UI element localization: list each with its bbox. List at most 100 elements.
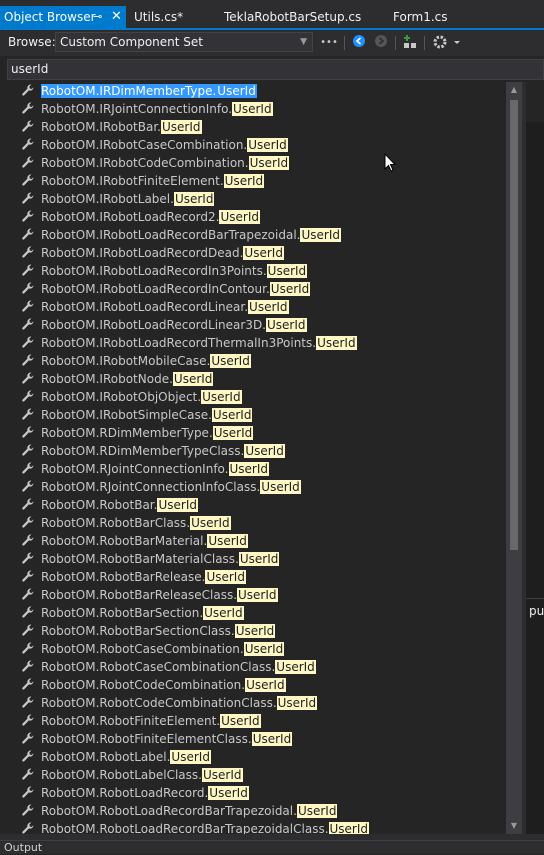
- result-row[interactable]: RobotOM.IRobotMobileCase.UserId: [0, 352, 506, 370]
- result-row[interactable]: RobotOM.IRobotBar.UserId: [0, 118, 506, 136]
- close-icon[interactable]: ✕: [111, 6, 122, 28]
- result-prefix: RobotOM.IRDimMemberType.: [41, 84, 217, 98]
- result-row[interactable]: RobotOM.RobotCodeCombinationClass.UserId: [0, 694, 506, 712]
- result-label: RobotOM.IRobotSimpleCase.UserId: [41, 407, 253, 423]
- result-row[interactable]: RobotOM.RobotBarMaterialClass.UserId: [0, 550, 506, 568]
- result-row[interactable]: RobotOM.IRobotLoadRecordLinear.UserId: [0, 298, 506, 316]
- result-label: RobotOM.IRobotCodeCombination.UserId: [41, 155, 290, 171]
- members-pane: [526, 82, 544, 834]
- back-icon[interactable]: [350, 34, 368, 52]
- result-row[interactable]: RobotOM.IRobotCodeCombination.UserId: [0, 154, 506, 172]
- tab-tekla-robot-bar-setup[interactable]: TeklaRobotBarSetup.cs: [224, 6, 361, 28]
- result-row[interactable]: RobotOM.IRobotLoadRecordIn3Points.UserId: [0, 262, 506, 280]
- result-prefix: RobotOM.RobotBarReleaseClass.: [41, 588, 238, 602]
- property-wrench-icon: [21, 426, 35, 440]
- result-row[interactable]: RobotOM.RDimMemberTypeClass.UserId: [0, 442, 506, 460]
- result-row[interactable]: RobotOM.RobotBarMaterial.UserId: [0, 532, 506, 550]
- add-reference-icon[interactable]: [401, 34, 419, 52]
- result-row[interactable]: RobotOM.IRobotLoadRecordInContour.UserId: [0, 280, 506, 298]
- result-row[interactable]: RobotOM.IRobotLoadRecordDead.UserId: [0, 244, 506, 262]
- result-row[interactable]: RobotOM.IRobotLoadRecordBarTrapezoidal.U…: [0, 226, 506, 244]
- search-match-highlight: UserId: [248, 300, 289, 314]
- property-wrench-icon: [21, 156, 35, 170]
- property-wrench-icon: [21, 102, 35, 116]
- search-match-highlight: UserId: [316, 336, 357, 350]
- result-prefix: RobotOM.IRobotLoadRecordInContour.: [41, 282, 270, 296]
- result-row[interactable]: RobotOM.RJointConnectionInfoClass.UserId: [0, 478, 506, 496]
- result-row[interactable]: RobotOM.RobotBarClass.UserId: [0, 514, 506, 532]
- result-label: RobotOM.RJointConnectionInfoClass.UserId: [41, 479, 301, 495]
- result-row[interactable]: RobotOM.RobotBarRelease.UserId: [0, 568, 506, 586]
- property-wrench-icon: [21, 300, 35, 314]
- browse-dropdown[interactable]: Custom Component Set ▼: [55, 32, 313, 52]
- result-row[interactable]: RobotOM.RobotBarReleaseClass.UserId: [0, 586, 506, 604]
- result-prefix: RobotOM.RobotBarMaterial.: [41, 534, 208, 548]
- result-label: RobotOM.RobotFiniteElement.UserId: [41, 713, 261, 729]
- result-row[interactable]: RobotOM.IRobotSimpleCase.UserId: [0, 406, 506, 424]
- tab-object-browser[interactable]: Object Browser ⊸ ✕: [0, 6, 126, 28]
- result-label: RobotOM.RobotCodeCombination.UserId: [41, 677, 286, 693]
- result-row[interactable]: RobotOM.RobotCodeCombination.UserId: [0, 676, 506, 694]
- search-match-highlight: UserId: [243, 246, 284, 260]
- members-pane-header: [526, 82, 544, 122]
- search-match-highlight: UserId: [275, 660, 316, 674]
- result-label: RobotOM.IRobotLoadRecordLinear.UserId: [41, 299, 289, 315]
- output-tab[interactable]: Output: [0, 840, 544, 854]
- property-wrench-icon: [21, 462, 35, 476]
- forward-icon[interactable]: [372, 34, 390, 52]
- property-wrench-icon: [21, 408, 35, 422]
- result-row[interactable]: RobotOM.IRobotLoadRecordLinear3D.UserId: [0, 316, 506, 334]
- settings-gear-icon[interactable]: [431, 34, 461, 52]
- property-wrench-icon: [21, 318, 35, 332]
- result-label: RobotOM.RobotLoadRecordBarTrapezoidal.Us…: [41, 803, 338, 819]
- result-row[interactable]: RobotOM.IRJointConnectionInfo.UserId: [0, 100, 506, 118]
- property-wrench-icon: [21, 606, 35, 620]
- result-row[interactable]: RobotOM.IRobotLabel.UserId: [0, 190, 506, 208]
- result-prefix: RobotOM.IRobotLoadRecordIn3Points.: [41, 264, 267, 278]
- search-match-highlight: UserId: [244, 444, 285, 458]
- search-match-highlight: UserId: [269, 282, 311, 296]
- search-match-highlight: UserId: [251, 732, 293, 746]
- result-prefix: RobotOM.RobotFiniteElement.: [41, 714, 221, 728]
- search-input[interactable]: userId: [7, 59, 544, 80]
- result-row[interactable]: RobotOM.IRobotLoadRecord2.UserId: [0, 208, 506, 226]
- pin-icon[interactable]: ⊸: [93, 6, 102, 28]
- result-prefix: RobotOM.IRobotMobileCase.: [41, 354, 211, 368]
- scrollbar-thumb[interactable]: [510, 100, 518, 550]
- tab-form1[interactable]: Form1.cs: [393, 6, 448, 28]
- result-row[interactable]: RobotOM.IRobotLoadRecordThermalIn3Points…: [0, 334, 506, 352]
- result-row[interactable]: RobotOM.RJointConnectionInfo.UserId: [0, 460, 506, 478]
- result-row[interactable]: RobotOM.IRobotObjObject.UserId: [0, 388, 506, 406]
- result-row[interactable]: RobotOM.RobotLoadRecordBarTrapezoidalCla…: [0, 820, 506, 834]
- search-match-highlight: UserId: [201, 768, 243, 782]
- search-match-highlight: UserId: [234, 624, 276, 638]
- result-row[interactable]: RobotOM.RobotBarSectionClass.UserId: [0, 622, 506, 640]
- result-prefix: RobotOM.IRobotLoadRecordThermalIn3Points…: [41, 336, 317, 350]
- result-row[interactable]: RobotOM.RobotCaseCombinationClass.UserId: [0, 658, 506, 676]
- result-row[interactable]: RobotOM.RobotCaseCombination.UserId: [0, 640, 506, 658]
- scroll-down-icon[interactable]: ▼: [506, 818, 522, 834]
- search-match-highlight: UserId: [203, 606, 244, 620]
- result-row[interactable]: RobotOM.RobotBarSection.UserId: [0, 604, 506, 622]
- more-options-button[interactable]: •••: [320, 34, 338, 52]
- scroll-up-icon[interactable]: ▲: [506, 82, 522, 98]
- result-row[interactable]: RobotOM.IRobotCaseCombination.UserId: [0, 136, 506, 154]
- result-row[interactable]: RobotOM.RobotFiniteElementClass.UserId: [0, 730, 506, 748]
- result-row[interactable]: RobotOM.IRDimMemberType.UserId: [0, 82, 506, 100]
- search-match-highlight: UserId: [237, 588, 278, 602]
- result-row[interactable]: RobotOM.IRobotFiniteElement.UserId: [0, 172, 506, 190]
- result-row[interactable]: RobotOM.RobotLabelClass.UserId: [0, 766, 506, 784]
- result-row[interactable]: RobotOM.RobotLoadRecord.UserId: [0, 784, 506, 802]
- tab-utils[interactable]: Utils.cs*: [134, 6, 183, 28]
- result-row[interactable]: RobotOM.RobotLoadRecordBarTrapezoidal.Us…: [0, 802, 506, 820]
- search-match-highlight: UserId: [157, 498, 198, 512]
- result-row[interactable]: RobotOM.RobotLabel.UserId: [0, 748, 506, 766]
- result-prefix: RobotOM.IRobotLoadRecordDead.: [41, 246, 244, 260]
- results-scrollbar[interactable]: ▲ ▼: [506, 82, 522, 834]
- result-row[interactable]: RobotOM.RobotBar.UserId: [0, 496, 506, 514]
- result-row[interactable]: RobotOM.RobotFiniteElement.UserId: [0, 712, 506, 730]
- result-row[interactable]: RobotOM.RDimMemberType.UserId: [0, 424, 506, 442]
- property-wrench-icon: [21, 228, 35, 242]
- result-row[interactable]: RobotOM.IRobotNode.UserId: [0, 370, 506, 388]
- result-prefix: RobotOM.RobotBarRelease.: [41, 570, 206, 584]
